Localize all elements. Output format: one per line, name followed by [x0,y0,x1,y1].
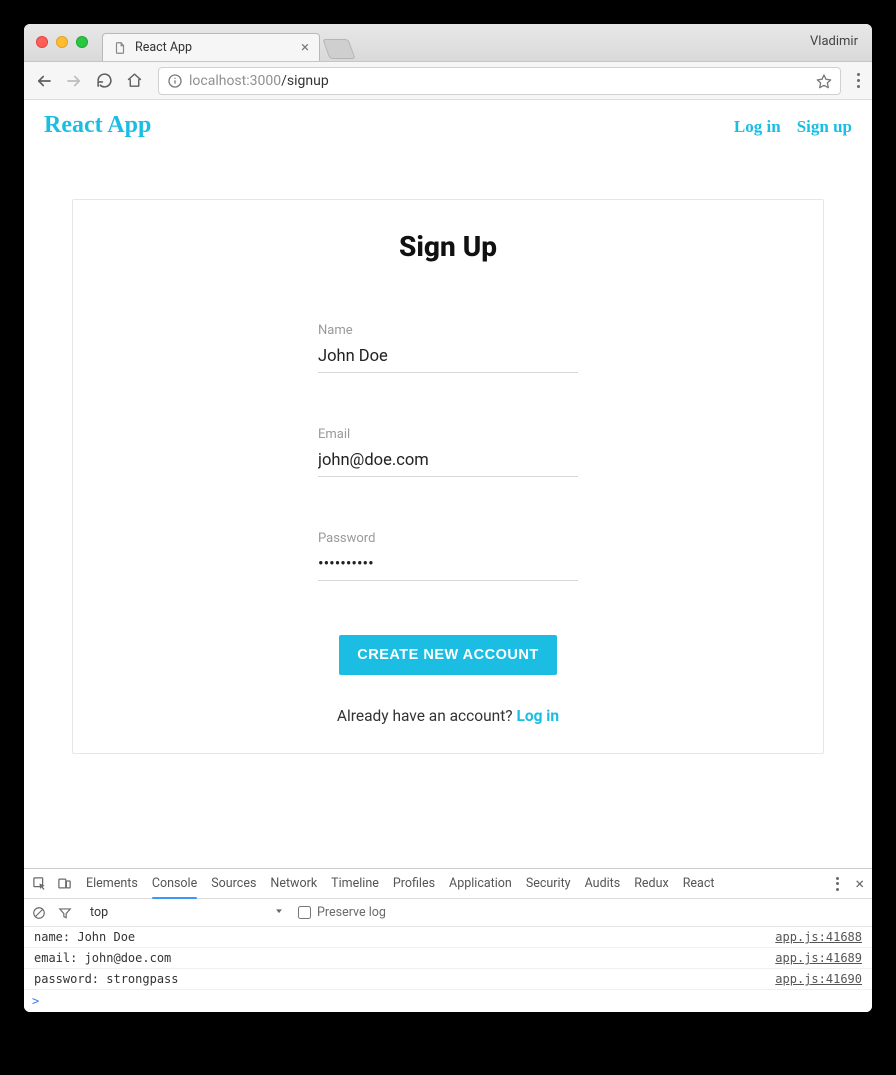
app-header: React App Log in Sign up [44,112,852,139]
file-icon [113,41,127,55]
console-context-selector[interactable]: top [90,905,108,920]
name-label: Name [318,323,578,338]
signup-card: Sign Up Name Email Password [72,199,824,754]
tab-strip: React App × [102,33,352,61]
app-title[interactable]: React App [44,112,151,139]
console-prompt[interactable]: > [24,990,872,1012]
devtools-tab-application[interactable]: Application [449,869,512,898]
devtools-tab-react[interactable]: React [683,869,715,898]
devtools-tab-security[interactable]: Security [526,869,571,898]
header-nav: Log in Sign up [734,117,852,137]
devtools-tab-audits[interactable]: Audits [585,869,621,898]
close-tab-icon[interactable]: × [301,40,309,55]
browser-toolbar: localhost:3000/signup [24,62,872,100]
browser-menu-button[interactable] [853,73,864,88]
devtools-tabstrip: Elements Console Sources Network Timelin… [24,869,872,899]
console-filter-bar: top Preserve log [24,899,872,927]
login-link[interactable]: Log in [516,707,559,725]
create-account-button[interactable]: CREATE NEW ACCOUNT [339,635,556,675]
zoom-window-button[interactable] [76,36,88,48]
address-bar[interactable]: localhost:3000/signup [158,67,841,95]
name-field: Name [318,323,578,373]
console-row: email: john@doe.com app.js:41689 [24,948,872,969]
reload-button[interactable] [92,69,116,93]
preserve-log-label: Preserve log [317,905,386,920]
minimize-window-button[interactable] [56,36,68,48]
email-field: Email [318,427,578,477]
browser-tab[interactable]: React App × [102,33,320,61]
devtools-tab-network[interactable]: Network [270,869,317,898]
devtools-menu-button[interactable] [832,877,843,891]
site-info-icon[interactable] [167,73,183,89]
devtools-tab-profiles[interactable]: Profiles [393,869,435,898]
home-button[interactable] [122,69,146,93]
source-link[interactable]: app.js:41689 [775,951,862,965]
password-field: Password [318,531,578,581]
clear-console-icon[interactable] [32,906,46,920]
preserve-log-checkbox[interactable] [298,906,311,919]
email-input[interactable] [318,448,578,477]
devtools-tab-elements[interactable]: Elements [86,869,138,898]
console-row: password: strongpass app.js:41690 [24,969,872,990]
password-label: Password [318,531,578,546]
devtools-panel: Elements Console Sources Network Timelin… [24,868,872,1012]
page-viewport: React App Log in Sign up Sign Up Name Em… [24,100,872,868]
filter-icon[interactable] [58,906,72,920]
url-text: localhost:3000/signup [189,73,329,89]
tab-title: React App [135,40,293,55]
window-titlebar: React App × Vladimir [24,24,872,62]
devtools-tab-console[interactable]: Console [152,869,197,898]
console-row: name: John Doe app.js:41688 [24,927,872,948]
password-input[interactable] [318,552,578,581]
name-input[interactable] [318,344,578,373]
nav-signup-link[interactable]: Sign up [797,117,852,137]
chrome-profile-name[interactable]: Vladimir [810,34,858,49]
nav-login-link[interactable]: Log in [734,117,781,137]
browser-window: React App × Vladimir [24,24,872,1012]
devtools-tab-timeline[interactable]: Timeline [331,869,379,898]
new-tab-button[interactable] [322,39,355,59]
email-label: Email [318,427,578,442]
chevron-down-icon[interactable] [274,906,284,916]
inspect-element-icon[interactable] [32,876,47,891]
forward-button[interactable] [62,69,86,93]
devtools-tab-sources[interactable]: Sources [211,869,256,898]
back-button[interactable] [32,69,56,93]
source-link[interactable]: app.js:41688 [775,930,862,944]
signup-form: Name Email Password CREATE NEW ACCOUNT [318,323,578,725]
form-heading: Sign Up [97,230,799,263]
bookmark-star-icon[interactable] [816,73,832,89]
toggle-device-icon[interactable] [57,876,72,891]
source-link[interactable]: app.js:41690 [775,972,862,986]
close-window-button[interactable] [36,36,48,48]
login-alternative-line: Already have an account? Log in [318,707,578,725]
console-log: name: John Doe app.js:41688 email: john@… [24,927,872,990]
devtools-close-icon[interactable]: × [855,874,864,893]
devtools-tab-redux[interactable]: Redux [634,869,668,898]
window-controls [36,36,88,48]
